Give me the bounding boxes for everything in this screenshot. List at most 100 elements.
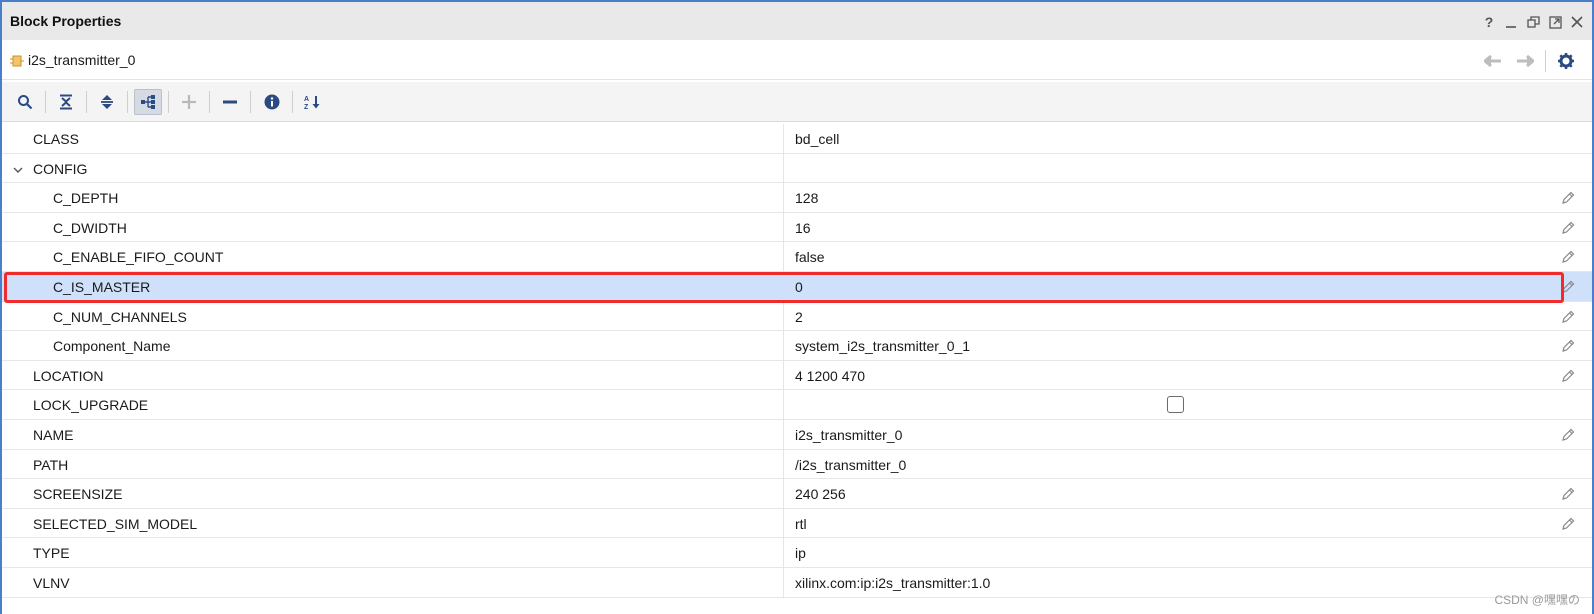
pencil-icon[interactable] — [1560, 486, 1576, 502]
back-arrow-icon[interactable] — [1477, 50, 1509, 72]
help-icon[interactable]: ? — [1482, 14, 1496, 30]
property-value-cell[interactable]: 0 — [785, 272, 1592, 301]
maximize-icon[interactable] — [1548, 15, 1562, 29]
property-name-cell[interactable]: C_NUM_CHANNELS — [2, 301, 784, 331]
property-name: C_DWIDTH — [53, 219, 127, 236]
property-value: 128 — [795, 190, 819, 207]
property-value-cell[interactable] — [785, 390, 1592, 419]
property-value-cell[interactable] — [785, 154, 1592, 183]
property-name-cell[interactable]: LOCATION — [2, 360, 784, 390]
property-row[interactable]: CONFIG — [2, 153, 1592, 184]
property-name-cell[interactable]: C_DWIDTH — [2, 212, 784, 242]
pencil-icon[interactable] — [1560, 220, 1576, 236]
property-value-cell[interactable]: false — [785, 242, 1592, 271]
property-name: LOCK_UPGRADE — [33, 397, 149, 414]
property-value-cell[interactable]: 240 256 — [785, 479, 1592, 508]
pencil-icon[interactable] — [1560, 279, 1576, 295]
pencil-icon[interactable] — [1560, 516, 1576, 532]
property-name-cell[interactable]: CLASS — [2, 124, 784, 153]
property-value-cell[interactable]: 2 — [785, 302, 1592, 331]
property-name-cell[interactable]: PATH — [2, 449, 784, 479]
property-name-cell[interactable]: CONFIG — [2, 153, 784, 183]
property-value-cell[interactable]: xilinx.com:ip:i2s_transmitter:1.0 — [785, 568, 1592, 597]
pencil-icon[interactable] — [1560, 427, 1576, 443]
property-value: xilinx.com:ip:i2s_transmitter:1.0 — [795, 574, 991, 591]
property-row[interactable]: C_IS_MASTER 0 — [2, 271, 1592, 302]
property-value-cell[interactable]: i2s_transmitter_0 — [785, 420, 1592, 449]
property-name-cell[interactable]: TYPE — [2, 538, 784, 567]
property-name: VLNV — [33, 574, 70, 591]
property-name: Component_Name — [53, 338, 171, 355]
property-name-cell[interactable]: C_DEPTH — [2, 183, 784, 212]
property-row[interactable]: C_NUM_CHANNELS 2 — [2, 301, 1592, 332]
property-name: LOCATION — [33, 367, 104, 384]
panel-title: Block Properties — [10, 13, 122, 29]
separator — [250, 91, 251, 113]
property-value: bd_cell — [795, 131, 840, 147]
restore-icon[interactable] — [1526, 15, 1540, 29]
info-icon[interactable] — [258, 89, 286, 115]
property-value-cell[interactable]: 4 1200 470 — [785, 361, 1592, 390]
add-icon[interactable] — [175, 89, 203, 115]
property-row[interactable]: C_DEPTH 128 — [2, 183, 1592, 213]
navigation-controls — [1477, 50, 1582, 72]
close-icon[interactable] — [1570, 15, 1584, 29]
minimize-icon[interactable] — [1504, 15, 1518, 29]
property-name-cell[interactable]: LOCK_UPGRADE — [2, 390, 784, 419]
window-controls: ? — [1482, 14, 1584, 30]
ip-cell-icon — [10, 54, 24, 67]
expand-all-icon[interactable] — [93, 89, 121, 115]
property-value-cell[interactable]: system_i2s_transmitter_0_1 — [785, 331, 1592, 360]
tree-view-icon[interactable] — [134, 89, 162, 115]
gear-icon[interactable] — [1550, 50, 1582, 72]
search-icon[interactable] — [11, 89, 39, 115]
property-row[interactable]: CLASS bd_cell — [2, 124, 1592, 154]
property-row[interactable]: PATH/i2s_transmitter_0 — [2, 449, 1592, 480]
property-row[interactable]: C_DWIDTH 16 — [2, 212, 1592, 243]
property-name: CLASS — [33, 131, 79, 147]
property-value-cell[interactable]: /i2s_transmitter_0 — [785, 450, 1592, 479]
pencil-icon[interactable] — [1560, 368, 1576, 384]
collapse-all-icon[interactable] — [52, 89, 80, 115]
property-value-cell[interactable]: rtl — [785, 509, 1592, 538]
property-row[interactable]: LOCK_UPGRADE — [2, 390, 1592, 420]
property-row[interactable]: SCREENSIZE 240 256 — [2, 479, 1592, 509]
property-value: 2 — [795, 308, 803, 325]
property-row[interactable]: VLNV xilinx.com:ip:i2s_transmitter:1.0 — [2, 567, 1592, 598]
remove-icon[interactable] — [216, 89, 244, 115]
property-row[interactable]: LOCATION 4 1200 470 — [2, 360, 1592, 391]
property-value-cell[interactable]: 128 — [785, 183, 1592, 212]
property-name-cell[interactable]: C_ENABLE_FIFO_COUNT — [2, 242, 784, 271]
forward-arrow-icon[interactable] — [1509, 50, 1541, 72]
property-name: TYPE — [33, 545, 70, 562]
property-row[interactable]: NAME i2s_transmitter_0 — [2, 419, 1592, 450]
property-name-cell[interactable]: Component_Name — [2, 331, 784, 360]
property-value-cell[interactable]: bd_cell — [785, 124, 1592, 153]
property-value-cell[interactable]: ip — [785, 538, 1592, 567]
lock-upgrade-checkbox[interactable] — [1167, 396, 1184, 414]
object-name: i2s_transmitter_0 — [28, 52, 136, 68]
pencil-icon[interactable] — [1560, 249, 1576, 265]
property-name-cell[interactable]: SELECTED_SIM_MODEL — [2, 508, 784, 538]
sort-az-icon[interactable]: AZ — [299, 89, 327, 115]
property-name: CONFIG — [33, 160, 88, 177]
pencil-icon[interactable] — [1560, 190, 1576, 206]
separator — [292, 91, 293, 113]
separator — [86, 91, 87, 113]
property-value-cell[interactable]: 16 — [785, 213, 1592, 242]
property-row[interactable]: TYPE ip — [2, 538, 1592, 568]
property-value: rtl — [795, 515, 807, 532]
property-name-cell[interactable]: SCREENSIZE — [2, 479, 784, 508]
title-bar: Block Properties ? — [2, 2, 1592, 40]
separator — [127, 91, 128, 113]
chevron-down-icon[interactable] — [12, 163, 24, 175]
property-row[interactable]: SELECTED_SIM_MODEL rtl — [2, 508, 1592, 539]
property-name-cell[interactable]: VLNV — [2, 567, 784, 597]
property-value: false — [795, 249, 825, 266]
property-row[interactable]: Component_Name system_i2s_transmitter_0_1 — [2, 331, 1592, 361]
property-name-cell[interactable]: C_IS_MASTER — [2, 271, 784, 301]
pencil-icon[interactable] — [1560, 338, 1576, 354]
property-name-cell[interactable]: NAME — [2, 419, 784, 449]
pencil-icon[interactable] — [1560, 309, 1576, 325]
property-row[interactable]: C_ENABLE_FIFO_COUNT false — [2, 242, 1592, 272]
